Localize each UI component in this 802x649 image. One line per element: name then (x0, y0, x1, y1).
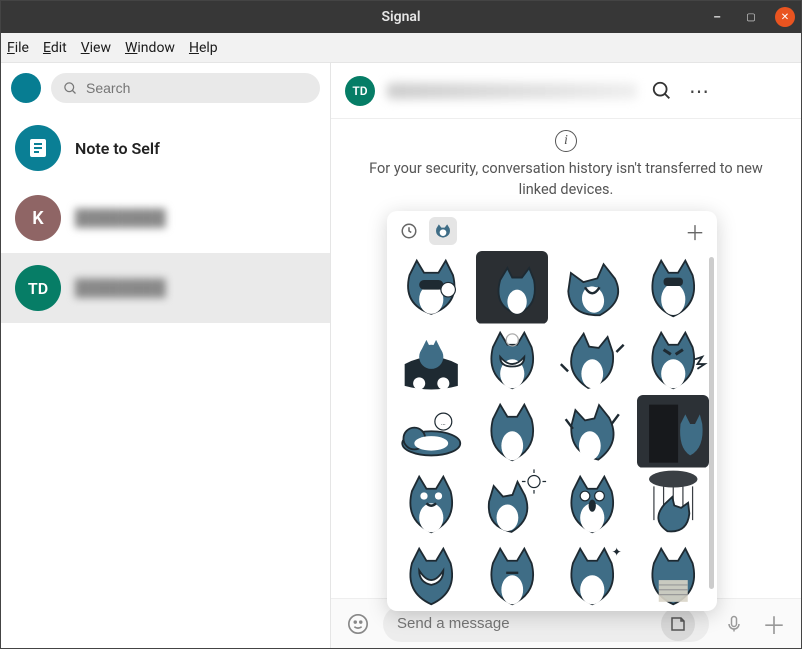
sticker-laugh-loud[interactable] (395, 539, 468, 611)
sticker-pack-tab[interactable] (429, 217, 457, 245)
sticker-scrollbar[interactable] (709, 257, 714, 589)
svg-text:…: … (441, 418, 446, 427)
cat-pack-icon (433, 221, 453, 241)
smiley-icon (347, 613, 369, 635)
sticker-rain-sad[interactable] (637, 467, 710, 540)
main-split: Note to Self K ████████ TD ████████ TD ⋯… (1, 63, 801, 648)
search-in-chat-button[interactable] (649, 78, 675, 104)
conversation-note-to-self[interactable]: Note to Self (1, 113, 330, 183)
voice-message-button[interactable] (719, 609, 749, 639)
conversation-label: ████████ (75, 208, 166, 228)
sticker-thumbs-up[interactable] (395, 251, 468, 324)
conversation-label: ████████ (75, 278, 166, 298)
sticker-praying[interactable] (476, 395, 549, 468)
sticker-lying-down[interactable]: … (395, 395, 468, 468)
menu-help[interactable]: Help (189, 40, 218, 56)
info-icon: i (555, 130, 577, 152)
sticker-excited[interactable] (395, 467, 468, 540)
minimize-button[interactable] (707, 7, 727, 27)
avatar: K (15, 195, 61, 241)
chat-name[interactable] (387, 83, 637, 99)
search-icon (63, 81, 78, 96)
window-controls (707, 1, 795, 33)
search-row (1, 63, 330, 113)
menu-view[interactable]: View (81, 40, 111, 56)
sticker-angry[interactable] (637, 323, 710, 396)
sticker-in-bed[interactable] (395, 323, 468, 396)
self-avatar[interactable] (11, 73, 41, 103)
sticker-shocked[interactable] (556, 467, 629, 540)
notice-text: For your security, conversation history … (361, 158, 771, 202)
sticker-sunny[interactable] (476, 467, 549, 540)
security-notice: i For your security, conversation histor… (331, 119, 801, 205)
sticker-button[interactable] (661, 607, 695, 641)
menu-window[interactable]: Window (125, 40, 175, 56)
sticker-grid-wrap: … ✦ (387, 251, 717, 611)
sticker-dancing[interactable] (556, 323, 629, 396)
sticker-picker: ＋ (387, 211, 717, 611)
titlebar: Signal (1, 1, 801, 33)
recent-stickers-tab[interactable] (395, 217, 423, 245)
chat-avatar[interactable]: TD (345, 76, 375, 106)
emoji-button[interactable] (343, 609, 373, 639)
microphone-icon (724, 614, 744, 634)
search-field[interactable] (51, 73, 320, 103)
more-menu-button[interactable]: ⋯ (687, 78, 713, 104)
sticker-sweater[interactable] (637, 539, 710, 611)
avatar: TD (15, 265, 61, 311)
menu-file[interactable]: File (7, 40, 29, 56)
sticker-tabs: ＋ (387, 211, 717, 251)
note-icon (15, 125, 61, 171)
conversation-item-k[interactable]: K ████████ (1, 183, 330, 253)
sticker-grin[interactable] (476, 323, 549, 396)
add-sticker-pack-button[interactable]: ＋ (681, 217, 709, 245)
svg-text:✦: ✦ (612, 545, 622, 559)
close-button[interactable] (775, 7, 795, 27)
menubar: File Edit View Window Help (1, 33, 801, 63)
search-input[interactable] (86, 80, 308, 96)
window-title: Signal (1, 9, 801, 25)
chat-body: ＋ (331, 205, 801, 598)
conversation-label: Note to Self (75, 139, 160, 158)
sticker-jump[interactable] (556, 395, 629, 468)
chat-pane: TD ⋯ i For your security, conversation h… (331, 63, 801, 648)
menu-edit[interactable]: Edit (43, 40, 67, 56)
sticker-grid: … ✦ (395, 251, 709, 603)
chat-header: TD ⋯ (331, 63, 801, 119)
maximize-button[interactable] (741, 7, 761, 27)
sticker-laughing[interactable] (556, 251, 629, 324)
conversation-item-td[interactable]: TD ████████ (1, 253, 330, 323)
clock-icon (400, 222, 418, 240)
sticker-annoyed[interactable]: ✦ (556, 539, 629, 611)
sticker-corner-peek[interactable] (476, 251, 549, 324)
sticker-icon (669, 615, 687, 633)
sticker-door[interactable] (637, 395, 710, 468)
attach-button[interactable]: ＋ (759, 609, 789, 639)
left-pane: Note to Self K ████████ TD ████████ (1, 63, 331, 648)
message-input[interactable] (397, 615, 661, 632)
sticker-running[interactable] (476, 539, 549, 611)
sticker-standing[interactable] (637, 251, 710, 324)
